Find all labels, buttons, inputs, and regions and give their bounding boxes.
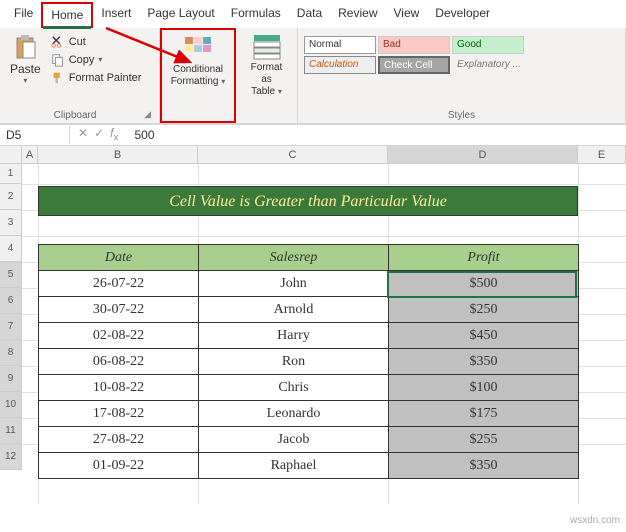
menu-bar: FileHomeInsertPage LayoutFormulasDataRev…: [0, 0, 626, 28]
styles-group-label: Styles: [304, 110, 619, 121]
formula-input[interactable]: 500: [126, 126, 626, 144]
row-head-12[interactable]: 12: [0, 444, 22, 470]
cell-profit[interactable]: $250: [389, 297, 579, 323]
fx-icon[interactable]: fx: [110, 126, 118, 143]
format-painter-button[interactable]: Format Painter: [49, 70, 144, 86]
cell-rep[interactable]: Harry: [199, 323, 389, 349]
cell-date[interactable]: 26-07-22: [39, 271, 199, 297]
title-cell[interactable]: Cell Value is Greater than Particular Va…: [38, 186, 578, 216]
cell-date[interactable]: 17-08-22: [39, 401, 199, 427]
table-row: 02-08-22Harry$450: [39, 323, 579, 349]
group-clipboard: Paste ▾ Cut Copy ▾ Format Painter Clipbo…: [0, 28, 160, 123]
table-row: 30-07-22Arnold$250: [39, 297, 579, 323]
row-head-4[interactable]: 4: [0, 236, 22, 262]
cell-date[interactable]: 06-08-22: [39, 349, 199, 375]
cell-rep[interactable]: Ron: [199, 349, 389, 375]
cell-profit[interactable]: $350: [389, 453, 579, 479]
row-head-10[interactable]: 10: [0, 392, 22, 418]
row-head-9[interactable]: 9: [0, 366, 22, 392]
cell-rep[interactable]: Jacob: [199, 427, 389, 453]
menu-page-layout[interactable]: Page Layout: [139, 2, 222, 28]
menu-home[interactable]: Home: [41, 2, 93, 28]
table-row: 06-08-22Ron$350: [39, 349, 579, 375]
col-head-E[interactable]: E: [578, 146, 626, 164]
cell-rep[interactable]: Leonardo: [199, 401, 389, 427]
menu-review[interactable]: Review: [330, 2, 385, 28]
row-head-5[interactable]: 5: [0, 262, 22, 288]
th-date[interactable]: Date: [39, 245, 199, 271]
row-head-11[interactable]: 11: [0, 418, 22, 444]
cut-button[interactable]: Cut: [49, 34, 144, 50]
menu-insert[interactable]: Insert: [93, 2, 139, 28]
table-row: 01-09-22Raphael$350: [39, 453, 579, 479]
style-explanatory[interactable]: Explanatory ...: [452, 56, 524, 74]
watermark: wsxdn.com: [570, 515, 620, 526]
clipboard-dialog-launcher[interactable]: ◢: [144, 109, 153, 120]
ribbon: Paste ▾ Cut Copy ▾ Format Painter Clipbo…: [0, 28, 626, 124]
row-head-3[interactable]: 3: [0, 210, 22, 236]
paste-button[interactable]: Paste ▾: [6, 32, 45, 87]
col-head-B[interactable]: B: [38, 146, 198, 164]
cell-rep[interactable]: Arnold: [199, 297, 389, 323]
cell-profit[interactable]: $500: [389, 271, 579, 297]
group-format-as-table: Format as Table ▾: [236, 28, 298, 123]
cell-rep[interactable]: Raphael: [199, 453, 389, 479]
conditional-formatting-button[interactable]: Conditional Formatting ▾: [164, 34, 232, 90]
group-conditional-formatting: Conditional Formatting ▾: [160, 28, 236, 123]
row-head-7[interactable]: 7: [0, 314, 22, 340]
menu-formulas[interactable]: Formulas: [223, 2, 289, 28]
row-head-6[interactable]: 6: [0, 288, 22, 314]
style-calculation[interactable]: Calculation: [304, 56, 376, 74]
col-head-A[interactable]: A: [22, 146, 38, 164]
worksheet-grid[interactable]: ABCDE 123456789101112 Cell Value is Grea…: [0, 146, 626, 504]
menu-data[interactable]: Data: [289, 2, 330, 28]
table-row: 10-08-22Chris$100: [39, 375, 579, 401]
select-all-triangle[interactable]: [0, 146, 22, 164]
format-as-table-button[interactable]: Format as Table ▾: [242, 32, 291, 100]
th-profit[interactable]: Profit: [389, 245, 579, 271]
table-row: 26-07-22John$500: [39, 271, 579, 297]
formula-bar: D5 ✕ ✓ fx 500: [0, 124, 626, 146]
cell-date[interactable]: 10-08-22: [39, 375, 199, 401]
col-head-C[interactable]: C: [198, 146, 388, 164]
clipboard-group-label: Clipboard: [6, 110, 144, 121]
row-head-8[interactable]: 8: [0, 340, 22, 366]
cell-date[interactable]: 01-09-22: [39, 453, 199, 479]
cell-profit[interactable]: $175: [389, 401, 579, 427]
cell-date[interactable]: 27-08-22: [39, 427, 199, 453]
cell-profit[interactable]: $255: [389, 427, 579, 453]
copy-button[interactable]: Copy ▾: [49, 52, 144, 68]
name-box[interactable]: D5: [0, 126, 70, 144]
style-check-cell[interactable]: Check Cell: [378, 56, 450, 74]
row-head-2[interactable]: 2: [0, 184, 22, 210]
col-head-D[interactable]: D: [388, 146, 578, 164]
cell-date[interactable]: 02-08-22: [39, 323, 199, 349]
table-row: 17-08-22Leonardo$175: [39, 401, 579, 427]
cell-profit[interactable]: $100: [389, 375, 579, 401]
cell-date[interactable]: 30-07-22: [39, 297, 199, 323]
data-table: DateSalesrepProfit 26-07-22John$50030-07…: [38, 244, 579, 479]
style-good[interactable]: Good: [452, 36, 524, 54]
cell-styles-gallery[interactable]: Normal Bad Good Calculation Check Cell E…: [304, 32, 532, 74]
style-bad[interactable]: Bad: [378, 36, 450, 54]
th-salesrep[interactable]: Salesrep: [199, 245, 389, 271]
row-head-1[interactable]: 1: [0, 164, 22, 184]
paste-label: Paste: [10, 62, 41, 76]
enter-icon[interactable]: ✓: [94, 126, 104, 143]
cancel-icon[interactable]: ✕: [78, 126, 88, 143]
cell-rep[interactable]: John: [199, 271, 389, 297]
menu-view[interactable]: View: [386, 2, 428, 28]
cell-rep[interactable]: Chris: [199, 375, 389, 401]
cell-profit[interactable]: $350: [389, 349, 579, 375]
table-row: 27-08-22Jacob$255: [39, 427, 579, 453]
cell-profit[interactable]: $450: [389, 323, 579, 349]
style-normal[interactable]: Normal: [304, 36, 376, 54]
menu-developer[interactable]: Developer: [427, 2, 498, 28]
menu-file[interactable]: File: [6, 2, 41, 28]
group-styles: Normal Bad Good Calculation Check Cell E…: [298, 28, 626, 123]
